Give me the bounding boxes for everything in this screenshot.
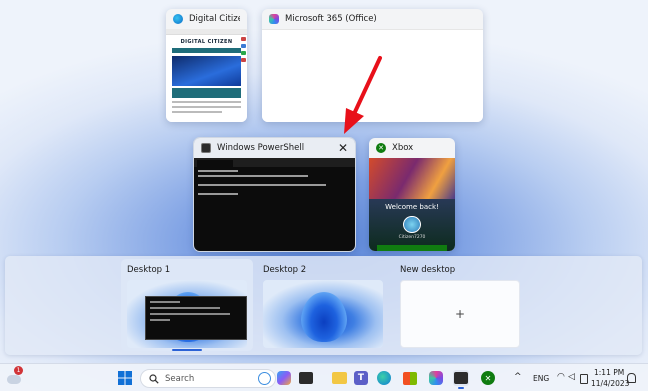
taskbar: 1 Search T ✕ ^ ENG ◠ ◁ 1:11 PM 11/4/2023 bbox=[0, 363, 648, 391]
copilot-button[interactable] bbox=[276, 370, 292, 386]
xbox-icon: ✕ bbox=[376, 143, 386, 153]
store-button[interactable] bbox=[402, 370, 418, 386]
text-line bbox=[172, 101, 241, 103]
terminal-output bbox=[194, 167, 355, 201]
desktop-window-preview bbox=[145, 296, 247, 340]
annotation-arrow-icon bbox=[344, 56, 382, 134]
active-app-indicator bbox=[458, 387, 464, 389]
weather-widget[interactable]: 1 bbox=[6, 366, 23, 387]
widgets-icon bbox=[299, 372, 313, 384]
window-header: ✕ Xbox bbox=[369, 138, 455, 158]
desktop-label: New desktop bbox=[400, 265, 456, 275]
teams-button[interactable]: T bbox=[353, 370, 369, 386]
edge-icon bbox=[377, 371, 391, 385]
search-placeholder: Search bbox=[165, 373, 195, 384]
new-desktop[interactable]: New desktop + bbox=[394, 259, 526, 351]
teams-icon: T bbox=[354, 371, 368, 385]
xbox-button[interactable]: ✕ bbox=[480, 370, 496, 386]
volume-icon[interactable]: ◁ bbox=[568, 372, 575, 382]
article-hero-image bbox=[172, 56, 241, 86]
notification-badge: 1 bbox=[14, 366, 23, 375]
file-explorer-icon bbox=[331, 372, 347, 384]
xbox-icon: ✕ bbox=[481, 371, 495, 385]
show-hidden-icons-button[interactable]: ^ bbox=[514, 372, 522, 382]
search-highlight-icon bbox=[258, 372, 271, 385]
desktop-2[interactable]: Desktop 2 bbox=[257, 259, 389, 351]
start-button[interactable] bbox=[117, 370, 133, 386]
m365-icon bbox=[269, 14, 279, 24]
close-window-button[interactable]: ✕ bbox=[338, 142, 348, 154]
desktop-1[interactable]: Desktop 1 bbox=[121, 259, 253, 351]
search-icon bbox=[149, 373, 159, 384]
m365-icon bbox=[429, 371, 443, 385]
widgets-button[interactable] bbox=[298, 370, 314, 386]
avatar bbox=[403, 215, 421, 234]
window-header: Windows PowerShell ✕ bbox=[194, 138, 355, 158]
window-xbox[interactable]: ✕ Xbox Welcome back! Citizen7270 bbox=[369, 138, 455, 251]
terminal-icon bbox=[454, 372, 468, 384]
m365-button[interactable] bbox=[428, 370, 444, 386]
desktop-thumbnail bbox=[263, 280, 383, 348]
search-input[interactable]: Search bbox=[140, 369, 276, 388]
window-thumbnail bbox=[194, 158, 355, 251]
desktop-label: Desktop 1 bbox=[127, 265, 171, 275]
desktop-thumbnail bbox=[127, 280, 247, 348]
store-icon bbox=[403, 371, 417, 385]
text-line bbox=[172, 111, 222, 113]
window-title: Digital Citizen bbox=[189, 14, 240, 24]
site-nav bbox=[172, 48, 241, 53]
language-indicator[interactable]: ENG bbox=[533, 374, 549, 383]
window-thumbnail: DIGITAL CITIZEN bbox=[166, 29, 247, 122]
file-explorer-button[interactable] bbox=[331, 370, 347, 386]
wallpaper-bloom bbox=[301, 292, 347, 342]
start-icon bbox=[118, 371, 132, 385]
gamertag: Citizen7270 bbox=[398, 235, 426, 241]
terminal-button[interactable] bbox=[453, 370, 469, 389]
xbox-sign-in-button bbox=[377, 245, 447, 251]
powershell-icon bbox=[201, 143, 211, 153]
terminal-tab-strip bbox=[194, 158, 355, 167]
window-title: Xbox bbox=[392, 143, 414, 153]
browser-sidebar bbox=[241, 37, 246, 62]
welcome-text: Welcome back! bbox=[385, 202, 439, 211]
clock-time[interactable]: 1:11 PM bbox=[594, 368, 624, 377]
plus-icon: + bbox=[454, 307, 466, 321]
active-desktop-indicator bbox=[172, 349, 202, 351]
text-line bbox=[172, 106, 241, 108]
wifi-icon[interactable]: ◠ bbox=[557, 372, 565, 382]
window-digital-citizen[interactable]: Digital Citizen DIGITAL CITIZEN bbox=[166, 9, 247, 122]
window-powershell[interactable]: Windows PowerShell ✕ bbox=[193, 137, 356, 252]
edge-button[interactable] bbox=[376, 370, 392, 386]
site-logo: DIGITAL CITIZEN bbox=[180, 39, 233, 45]
edge-icon bbox=[173, 14, 183, 24]
copilot-icon bbox=[277, 371, 291, 385]
clock-date[interactable]: 11/4/2023 bbox=[591, 379, 629, 388]
battery-icon[interactable] bbox=[580, 374, 588, 384]
window-title: Windows PowerShell bbox=[217, 143, 305, 153]
virtual-desktops-bar: Desktop 1 Desktop 2 New desktop + bbox=[5, 256, 642, 355]
weather-icon bbox=[7, 374, 21, 384]
window-header: Microsoft 365 (Office) bbox=[262, 9, 483, 29]
window-thumbnail: Welcome back! Citizen7270 bbox=[369, 158, 455, 251]
article-caption bbox=[172, 88, 241, 98]
bell-icon[interactable] bbox=[627, 373, 636, 383]
window-title: Microsoft 365 (Office) bbox=[285, 14, 377, 24]
new-desktop-button[interactable]: + bbox=[400, 280, 520, 348]
xbox-game-banner bbox=[369, 158, 455, 199]
desktop-label: Desktop 2 bbox=[263, 265, 307, 275]
window-header: Digital Citizen bbox=[166, 9, 247, 29]
